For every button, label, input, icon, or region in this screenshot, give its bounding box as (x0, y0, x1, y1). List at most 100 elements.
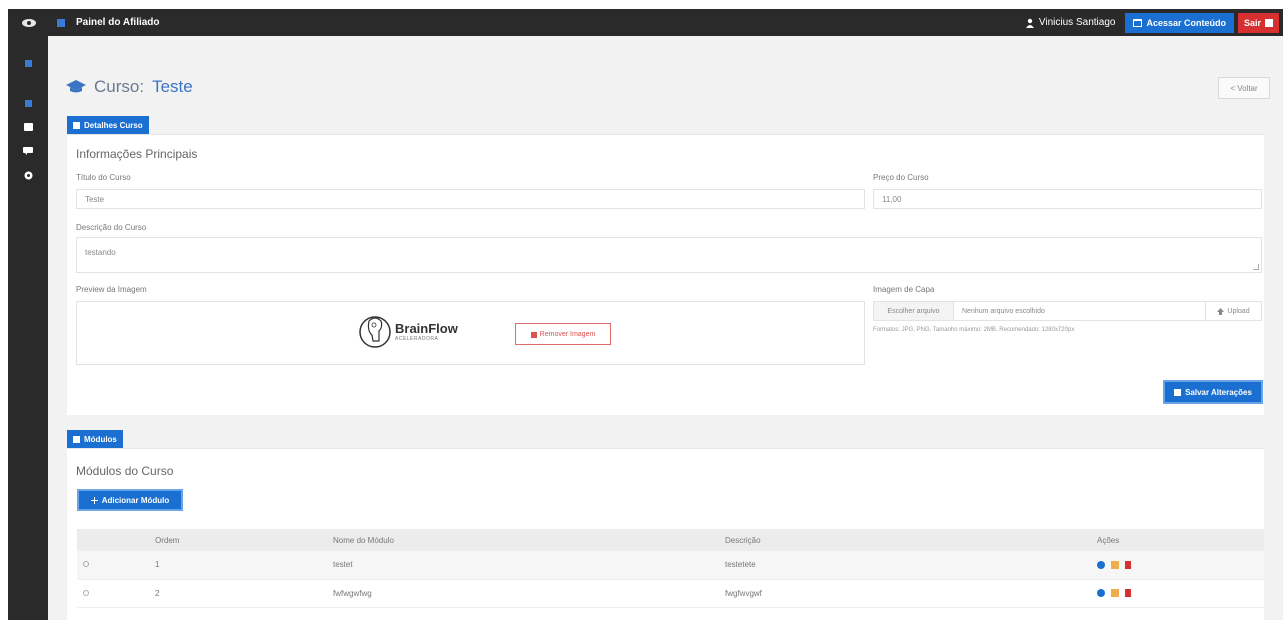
top-navbar: Painel do Afiliado Vinicius Santiago Ace… (8, 9, 1283, 36)
user-name: Vinicius Santiago (1038, 17, 1116, 28)
course-name-label: Título do Curso (76, 173, 131, 182)
main-content: Curso: Teste < Voltar Detalhes Curso Inf… (48, 36, 1283, 620)
cover-file-input[interactable]: Escolher arquivo Nenhum arquivo escolhid… (873, 301, 1262, 321)
section-title-main-info: Informações Principais (76, 147, 198, 161)
brand-text-group: BrainFlow ACELERADORA (395, 321, 458, 343)
access-content-label: Acessar Conteúdo (1146, 17, 1226, 28)
sidebar (8, 36, 48, 620)
tab-course-details-label: Detalhes Curso (84, 120, 143, 130)
sidebar-item-courses[interactable] (8, 118, 48, 136)
choose-file-button[interactable]: Escolher arquivo (874, 302, 954, 320)
col-module-name[interactable]: Nome do Módulo (327, 529, 719, 551)
save-changes-label: Salvar Alterações (1185, 387, 1252, 397)
graduation-cap-icon (66, 80, 86, 93)
table-row: 1 testet testetete (77, 551, 1264, 580)
layers-icon (73, 435, 80, 443)
logout-icon (1265, 18, 1273, 27)
menu-toggle-icon[interactable] (54, 16, 68, 30)
remove-image-label: Remover Imagem (539, 330, 596, 338)
section-title-modules: Módulos do Curso (76, 464, 174, 478)
image-preview-label: Preview da Imagem (76, 285, 147, 294)
row-actions (1091, 579, 1264, 608)
tab-modules-label: Módulos (84, 434, 117, 444)
col-description[interactable]: Descrição (719, 529, 1091, 551)
app-logo-icon[interactable] (8, 9, 50, 36)
page-title-name: Teste (152, 77, 193, 96)
drag-handle-icon (83, 589, 89, 596)
delete-icon[interactable] (1125, 589, 1131, 597)
row-name: testet (327, 551, 719, 580)
sidebar-item-home[interactable] (8, 54, 48, 72)
upload-icon (1217, 307, 1225, 315)
row-description: testetete (719, 551, 1091, 580)
col-actions: Ações (1091, 529, 1264, 551)
course-details-card: Informações Principais Título do Curso T… (67, 134, 1264, 415)
sidebar-item-settings[interactable] (8, 166, 48, 184)
save-icon (1174, 388, 1182, 396)
home-icon (24, 59, 32, 67)
delete-icon[interactable] (1125, 560, 1131, 569)
course-price-input[interactable]: 11,00 (873, 189, 1262, 209)
col-order[interactable]: Ordem (149, 529, 327, 551)
row-actions-group (1097, 589, 1264, 597)
course-description-label: Descrição do Curso (76, 223, 147, 232)
brand-name-text: BrainFlow (395, 321, 458, 336)
user-menu[interactable]: Vinicius Santiago (1025, 17, 1116, 28)
tab-course-details[interactable]: Detalhes Curso (67, 116, 149, 134)
file-format-hint: Formatos: JPG, PNG. Tamanho máximo: 2MB.… (873, 327, 1075, 333)
brainflow-logo: BrainFlow ACELERADORA (359, 309, 458, 355)
row-description: fwgfwvgwf (719, 579, 1091, 608)
drag-handle-icon (83, 561, 89, 568)
drag-handle[interactable] (77, 579, 149, 608)
book-icon (23, 123, 33, 131)
info-icon (73, 121, 80, 129)
user-icon (1025, 18, 1034, 28)
tab-modules[interactable]: Módulos (67, 430, 123, 448)
brain-head-icon (359, 316, 391, 348)
view-icon[interactable] (1097, 560, 1105, 569)
message-icon (23, 147, 33, 155)
add-module-label: Adicionar Módulo (101, 495, 170, 505)
page-title-prefix: Curso: (94, 77, 145, 96)
row-actions-group (1097, 560, 1264, 569)
logout-button[interactable]: Sair (1237, 12, 1279, 33)
no-file-text: Nenhum arquivo escolhido (962, 307, 1045, 315)
logout-label: Sair (1243, 17, 1261, 28)
course-price-label: Preço do Curso (873, 173, 929, 182)
remove-image-button[interactable]: Remover Imagem (515, 323, 611, 345)
upload-label: Upload (1227, 307, 1250, 315)
access-content-button[interactable]: Acessar Conteúdo (1125, 12, 1234, 33)
row-order: 1 (149, 551, 327, 580)
page-title: Curso: Teste (66, 77, 193, 97)
course-name-input[interactable]: Teste (76, 189, 865, 209)
modules-table: Ordem Nome do Módulo Descrição Ações 1 t… (77, 529, 1264, 608)
add-module-button[interactable]: Adicionar Módulo (77, 489, 183, 511)
row-order: 2 (149, 579, 327, 608)
brand-tag-text: ACELERADORA (395, 336, 439, 342)
drag-handle[interactable] (77, 551, 149, 580)
save-changes-button[interactable]: Salvar Alterações (1163, 380, 1263, 404)
row-actions (1091, 551, 1264, 580)
edit-icon[interactable] (1111, 589, 1119, 597)
back-button[interactable]: < Voltar (1218, 77, 1270, 99)
view-icon[interactable] (1097, 589, 1105, 597)
table-row: 2 fwfwgwfwg fwgfwvgwf (77, 579, 1264, 608)
course-description-value: testando (85, 248, 116, 257)
cover-image-label: Imagem de Capa (873, 285, 935, 294)
gear-icon (24, 171, 32, 179)
trash-icon (530, 331, 537, 338)
upload-button[interactable]: Upload (1205, 302, 1261, 320)
resize-grip-icon[interactable] (1253, 264, 1259, 270)
brand-title: Painel do Afiliado (76, 17, 160, 28)
window-icon (1133, 18, 1143, 27)
course-description-textarea[interactable]: testando (76, 237, 1262, 273)
image-preview-box: BrainFlow ACELERADORA Remover Imagem (76, 301, 865, 365)
sidebar-item-messages[interactable] (8, 142, 48, 160)
table-header-row: Ordem Nome do Módulo Descrição Ações (77, 529, 1264, 551)
col-drag (77, 529, 149, 551)
dashboard-icon (24, 99, 32, 107)
edit-icon[interactable] (1111, 560, 1119, 569)
sidebar-item-dashboard[interactable] (8, 94, 48, 112)
plus-icon (90, 496, 98, 504)
row-name: fwfwgwfwg (327, 579, 719, 608)
